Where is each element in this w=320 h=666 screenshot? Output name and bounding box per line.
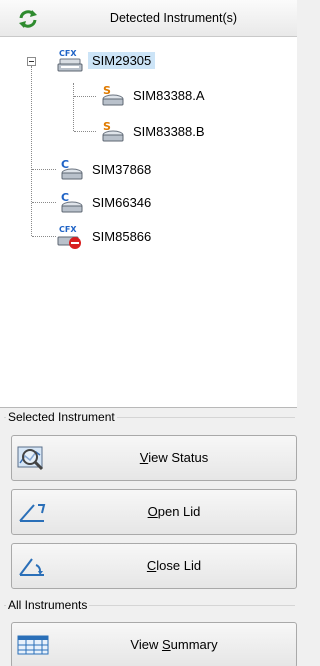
instrument-tree[interactable]: CFX SIM29305 S SIM83388.A S SIM83388.B C… — [0, 37, 297, 408]
all-instruments-group-label: All Instruments — [6, 598, 90, 612]
tree-node-label: SIM29305 — [88, 52, 156, 69]
close-lid-label: Close Lid — [146, 558, 202, 573]
tree-connector — [32, 236, 56, 237]
tree-node-sim83388b[interactable]: S SIM83388.B — [97, 119, 247, 143]
tree-node-label: SIM83388.A — [133, 88, 205, 103]
view-summary-label: View Summary — [130, 637, 218, 652]
tree-node-label: SIM85866 — [92, 229, 152, 244]
open-lid-label: Open Lid — [147, 504, 201, 519]
view-summary-button[interactable]: View Summary — [11, 622, 297, 666]
tree-node-label: SIM83388.B — [133, 124, 205, 139]
open-lid-button[interactable]: Open Lid — [11, 489, 297, 535]
close-lid-icon — [19, 558, 44, 576]
cfx-error-instrument-icon: CFX — [57, 225, 81, 249]
tree-node-sim66346[interactable]: C SIM66346 — [56, 190, 196, 214]
tree-connector — [74, 131, 96, 132]
view-status-icon — [17, 446, 44, 471]
tree-node-sim85866[interactable]: CFX SIM85866 — [56, 224, 196, 249]
tree-connector — [32, 169, 56, 170]
tree-node-sim29305[interactable]: CFX SIM29305 — [56, 48, 196, 72]
selected-instrument-group-label: Selected Instrument — [6, 410, 117, 424]
open-lid-icon — [19, 504, 46, 522]
tree-node-label: SIM66346 — [92, 195, 152, 210]
c-instrument-icon: C — [61, 191, 83, 213]
tree-connector — [32, 202, 56, 203]
tree-collapse-toggle[interactable] — [27, 57, 36, 66]
tree-connector — [73, 83, 74, 131]
tree-node-sim37868[interactable]: C SIM37868 — [56, 157, 196, 181]
s-block-icon: S — [102, 84, 124, 106]
instrument-panel: Detected Instrument(s) CFX SIM29305 S SI… — [0, 0, 297, 666]
s-block-icon: S — [102, 120, 124, 142]
header-title: Detected Instrument(s) — [109, 11, 238, 25]
header-bar: Detected Instrument(s) — [0, 0, 297, 37]
cfx-instrument-icon: CFX — [57, 49, 83, 72]
svg-text:CFX: CFX — [59, 225, 77, 234]
close-lid-button[interactable]: Close Lid — [11, 543, 297, 589]
tree-node-sim83388a[interactable]: S SIM83388.A — [97, 83, 247, 107]
refresh-icon[interactable] — [17, 9, 39, 29]
tree-connector — [74, 96, 96, 97]
tree-node-label: SIM37868 — [92, 162, 152, 177]
view-status-button[interactable]: View Status — [11, 435, 297, 481]
summary-table-icon — [17, 635, 49, 655]
view-status-label: View Status — [139, 450, 209, 465]
tree-connector — [31, 66, 32, 236]
c-instrument-icon: C — [61, 158, 83, 180]
svg-text:CFX: CFX — [59, 49, 77, 58]
